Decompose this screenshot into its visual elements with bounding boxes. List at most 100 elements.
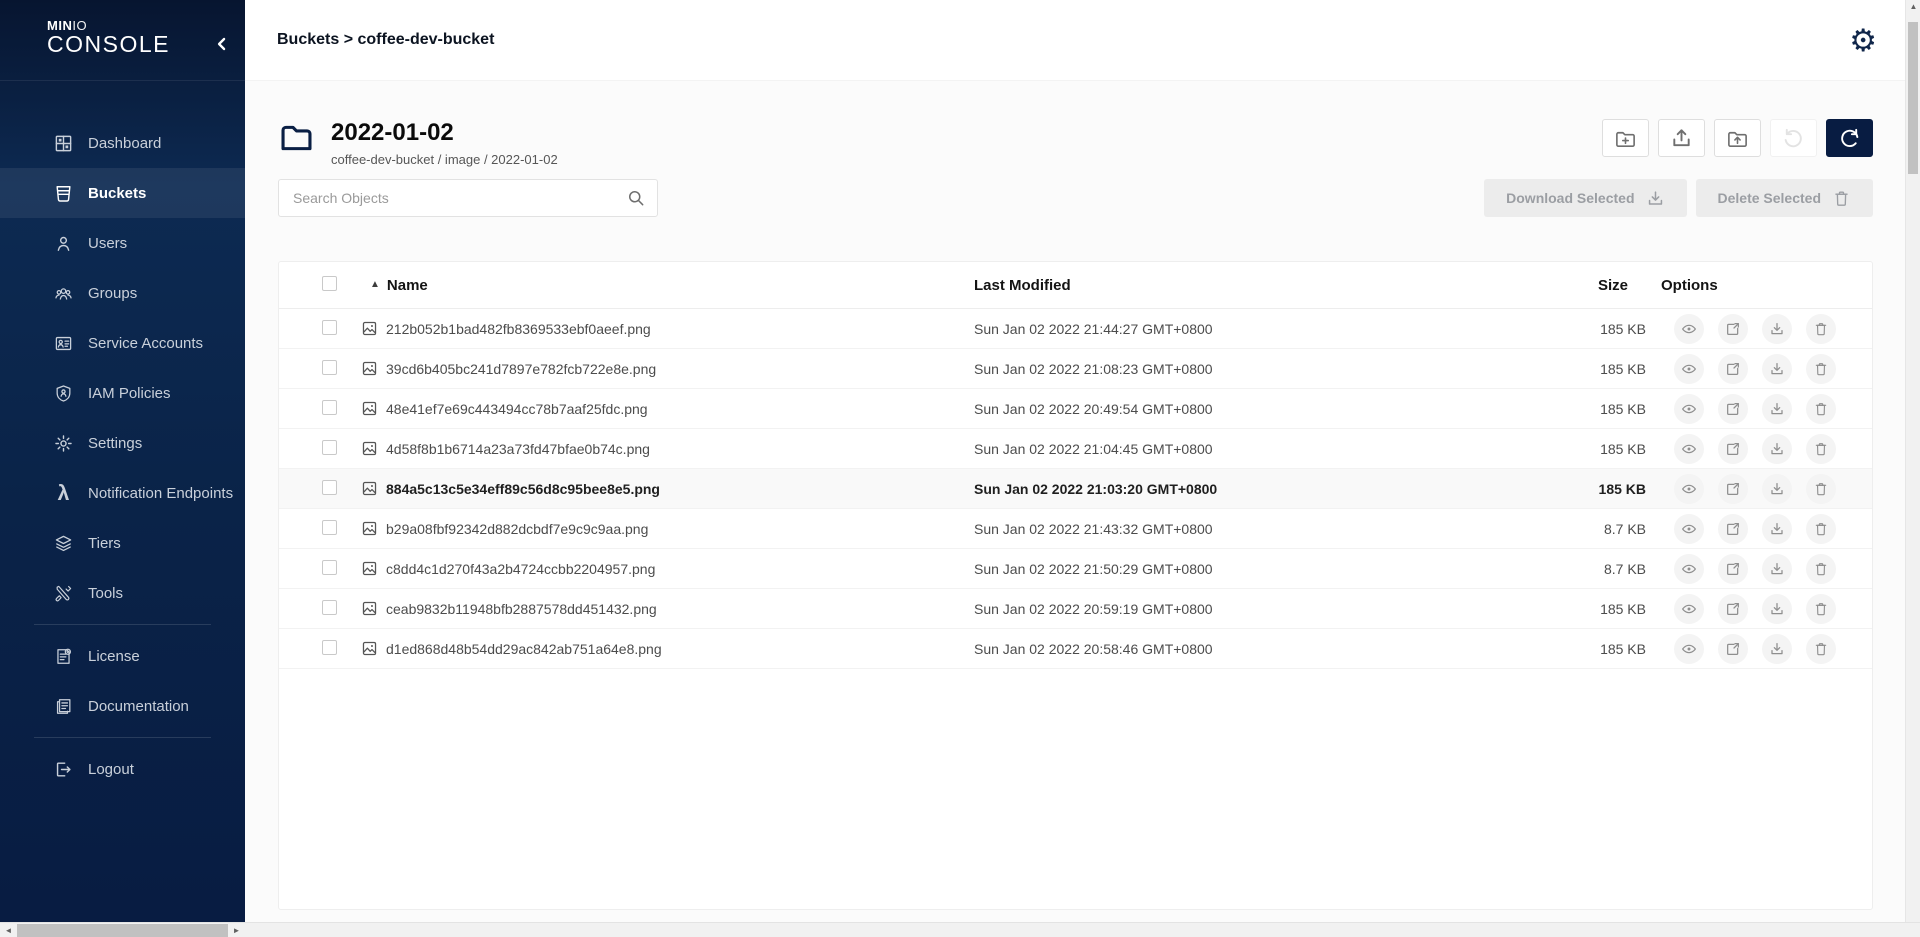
preview-object-button[interactable] (1674, 394, 1704, 424)
download-object-button[interactable] (1762, 394, 1792, 424)
object-name[interactable]: 39cd6b405bc241d7897e782fcb722e8e.png (386, 361, 656, 377)
row-checkbox[interactable] (322, 520, 337, 535)
sidebar-item[interactable]: Dashboard (0, 118, 245, 168)
object-name[interactable]: 212b052b1bad482fb8369533ebf0aeef.png (386, 321, 651, 337)
sidebar-item[interactable]: Settings (0, 418, 245, 468)
horizontal-scrollbar[interactable]: ◄ ► (0, 922, 1920, 937)
delete-object-button[interactable] (1806, 554, 1836, 584)
row-checkbox[interactable] (322, 320, 337, 335)
column-header-last-modified[interactable]: Last Modified (974, 277, 1534, 294)
object-name[interactable]: 4d58f8b1b6714a23a73fd47bfae0b74c.png (386, 441, 650, 457)
column-header-size[interactable]: Size (1534, 277, 1646, 294)
sidebar-item[interactable]: Logout (0, 744, 245, 794)
row-checkbox[interactable] (322, 600, 337, 615)
search-input[interactable] (278, 179, 658, 217)
share-object-button[interactable] (1718, 434, 1748, 464)
table-row[interactable]: b29a08fbf92342d882dcbdf7e9c9c9aa.png Sun… (279, 509, 1872, 549)
download-object-button[interactable] (1762, 594, 1792, 624)
toolbar-button[interactable] (1826, 119, 1873, 157)
sidebar-collapse-button[interactable] (212, 34, 232, 54)
object-name[interactable]: c8dd4c1d270f43a2b4724ccbb2204957.png (386, 561, 655, 577)
horizontal-scrollbar-thumb[interactable] (17, 924, 228, 937)
sidebar-item[interactable]: Tools (0, 568, 245, 618)
preview-object-button[interactable] (1674, 354, 1704, 384)
toolbar-button[interactable] (1602, 119, 1649, 157)
sidebar-item[interactable]: Users (0, 218, 245, 268)
column-header-name[interactable]: Name (387, 277, 428, 294)
preview-object-button[interactable] (1674, 474, 1704, 504)
share-object-button[interactable] (1718, 314, 1748, 344)
toolbar-button[interactable] (1770, 119, 1817, 157)
preview-object-button[interactable] (1674, 314, 1704, 344)
preview-object-button[interactable] (1674, 594, 1704, 624)
vertical-scrollbar-thumb[interactable] (1908, 22, 1918, 174)
row-checkbox[interactable] (322, 560, 337, 575)
download-object-button[interactable] (1762, 354, 1792, 384)
share-object-button[interactable] (1718, 474, 1748, 504)
table-row[interactable]: 212b052b1bad482fb8369533ebf0aeef.png Sun… (279, 309, 1872, 349)
sidebar-divider (34, 624, 211, 625)
delete-object-button[interactable] (1806, 354, 1836, 384)
delete-object-button[interactable] (1806, 394, 1836, 424)
scroll-up-arrow-icon[interactable]: ▲ (1906, 2, 1920, 11)
delete-object-button[interactable] (1806, 434, 1836, 464)
preview-object-button[interactable] (1674, 434, 1704, 464)
download-object-button[interactable] (1762, 514, 1792, 544)
preview-object-button[interactable] (1674, 514, 1704, 544)
delete-object-button[interactable] (1806, 514, 1836, 544)
vertical-scrollbar[interactable]: ▲ (1905, 0, 1920, 922)
table-row[interactable]: 48e41ef7e69c443494cc78b7aaf25fdc.png Sun… (279, 389, 1872, 429)
object-name[interactable]: b29a08fbf92342d882dcbdf7e9c9c9aa.png (386, 521, 648, 537)
object-name[interactable]: ceab9832b11948bfb2887578dd451432.png (386, 601, 657, 617)
delete-selected-button[interactable]: Delete Selected (1696, 179, 1874, 217)
object-name[interactable]: d1ed868d48b54dd29ac842ab751a64e8.png (386, 641, 662, 657)
delete-object-button[interactable] (1806, 314, 1836, 344)
table-row[interactable]: 4d58f8b1b6714a23a73fd47bfae0b74c.png Sun… (279, 429, 1872, 469)
share-object-button[interactable] (1718, 634, 1748, 664)
sidebar-item[interactable]: License (0, 631, 245, 681)
delete-object-button[interactable] (1806, 634, 1836, 664)
share-object-button[interactable] (1718, 594, 1748, 624)
delete-object-button[interactable] (1806, 474, 1836, 504)
scroll-right-arrow-icon[interactable]: ► (228, 923, 245, 937)
sidebar-item[interactable]: Service Accounts (0, 318, 245, 368)
breadcrumb[interactable]: Buckets > coffee-dev-bucket (277, 31, 494, 49)
share-object-button[interactable] (1718, 554, 1748, 584)
delete-object-button[interactable] (1806, 594, 1836, 624)
download-object-button[interactable] (1762, 434, 1792, 464)
sidebar-item[interactable]: Documentation (0, 681, 245, 731)
row-checkbox[interactable] (322, 440, 337, 455)
table-row[interactable]: 884a5c13c5e34eff89c56d8c95bee8e5.png Sun… (279, 469, 1872, 509)
sidebar-item[interactable]: Groups (0, 268, 245, 318)
row-checkbox[interactable] (322, 480, 337, 495)
sidebar-item[interactable]: Buckets (0, 168, 245, 218)
toolbar-button[interactable] (1714, 119, 1761, 157)
sidebar-item[interactable]: Tiers (0, 518, 245, 568)
row-checkbox[interactable] (322, 360, 337, 375)
download-selected-button[interactable]: Download Selected (1484, 179, 1686, 217)
sidebar-item[interactable]: λ Notification Endpoints (0, 468, 245, 518)
sort-asc-icon[interactable]: ▲ (370, 280, 380, 290)
download-object-button[interactable] (1762, 554, 1792, 584)
object-name[interactable]: 48e41ef7e69c443494cc78b7aaf25fdc.png (386, 401, 648, 417)
row-checkbox[interactable] (322, 400, 337, 415)
scroll-left-arrow-icon[interactable]: ◄ (0, 923, 17, 937)
sidebar-item[interactable]: IAM Policies (0, 368, 245, 418)
preview-object-button[interactable] (1674, 554, 1704, 584)
settings-button[interactable]: ⚙ (1849, 25, 1877, 56)
table-row[interactable]: 39cd6b405bc241d7897e782fcb722e8e.png Sun… (279, 349, 1872, 389)
row-checkbox[interactable] (322, 640, 337, 655)
preview-object-button[interactable] (1674, 634, 1704, 664)
select-all-checkbox[interactable] (322, 276, 337, 291)
share-object-button[interactable] (1718, 394, 1748, 424)
table-row[interactable]: d1ed868d48b54dd29ac842ab751a64e8.png Sun… (279, 629, 1872, 669)
download-object-button[interactable] (1762, 474, 1792, 504)
table-row[interactable]: ceab9832b11948bfb2887578dd451432.png Sun… (279, 589, 1872, 629)
share-object-button[interactable] (1718, 354, 1748, 384)
object-name[interactable]: 884a5c13c5e34eff89c56d8c95bee8e5.png (386, 481, 660, 497)
download-object-button[interactable] (1762, 314, 1792, 344)
download-object-button[interactable] (1762, 634, 1792, 664)
share-object-button[interactable] (1718, 514, 1748, 544)
table-row[interactable]: c8dd4c1d270f43a2b4724ccbb2204957.png Sun… (279, 549, 1872, 589)
toolbar-button[interactable] (1658, 119, 1705, 157)
